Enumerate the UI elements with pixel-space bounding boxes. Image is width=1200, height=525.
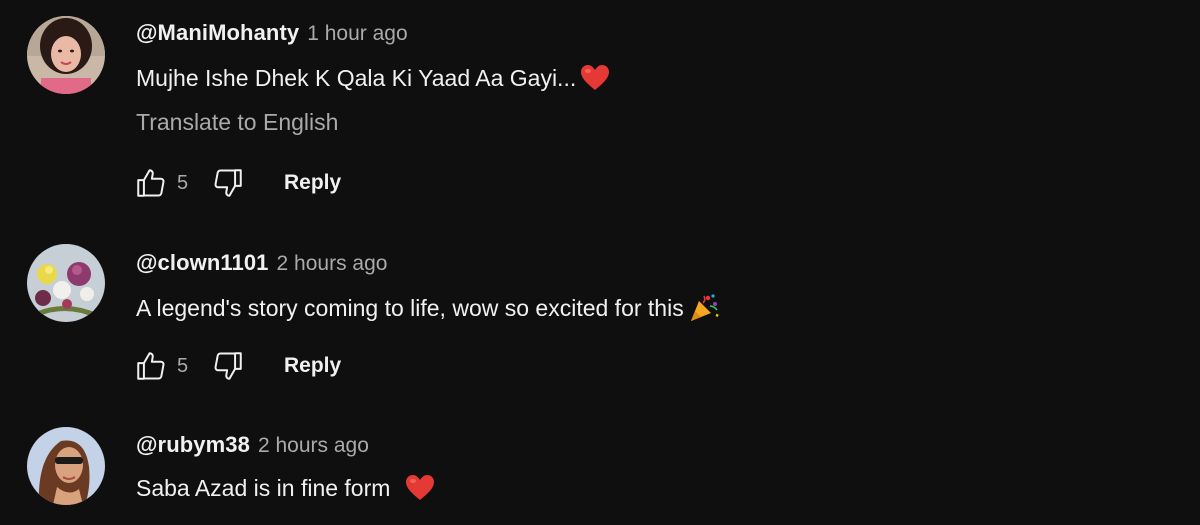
thumbs-down-icon: [214, 169, 242, 197]
comment-actions: 5 Reply: [136, 163, 341, 203]
comment-text: Mujhe Ishe Dhek K Qala Ki Yaad Aa Gayi..…: [136, 64, 610, 92]
avatar[interactable]: [27, 244, 105, 322]
comment-text-content: Saba Azad is in fine form: [136, 474, 397, 501]
like-button[interactable]: [131, 346, 171, 386]
thumbs-down-icon: [214, 352, 242, 380]
comment-text: Saba Azad is in fine form: [136, 474, 435, 502]
red-heart-icon: [580, 64, 610, 92]
party-popper-icon: [688, 292, 720, 324]
comment-body: @clown1101 2 hours ago A legend's story …: [136, 250, 720, 324]
comment-timestamp[interactable]: 2 hours ago: [258, 434, 369, 458]
comment-author[interactable]: @rubym38: [136, 432, 250, 458]
translate-button[interactable]: Translate to English: [136, 109, 610, 136]
thumbs-up-icon: [137, 169, 165, 197]
comment-body: @rubym38 2 hours ago Saba Azad is in fin…: [136, 432, 435, 502]
comment-text-content: Mujhe Ishe Dhek K Qala Ki Yaad Aa Gayi..…: [136, 64, 577, 91]
comment-text: A legend's story coming to life, wow so …: [136, 292, 720, 324]
reply-button[interactable]: Reply: [284, 354, 341, 378]
comment-timestamp[interactable]: 1 hour ago: [307, 22, 407, 46]
comment-author[interactable]: @ManiMohanty: [136, 20, 299, 46]
comments-section: @ManiMohanty 1 hour ago Mujhe Ishe Dhek …: [0, 0, 1200, 525]
comment-body: @ManiMohanty 1 hour ago Mujhe Ishe Dhek …: [136, 20, 610, 136]
reply-button[interactable]: Reply: [284, 171, 341, 195]
avatar[interactable]: [27, 427, 105, 505]
thumbs-up-icon: [137, 352, 165, 380]
dislike-button[interactable]: [208, 346, 248, 386]
avatar[interactable]: [27, 16, 105, 94]
comment-author[interactable]: @clown1101: [136, 250, 269, 276]
comment-text-content: A legend's story coming to life, wow so …: [136, 294, 684, 321]
comment-actions: 5 Reply: [136, 346, 341, 386]
comment-timestamp[interactable]: 2 hours ago: [277, 252, 388, 276]
red-heart-icon: [405, 474, 435, 502]
like-button[interactable]: [131, 163, 171, 203]
dislike-button[interactable]: [208, 163, 248, 203]
